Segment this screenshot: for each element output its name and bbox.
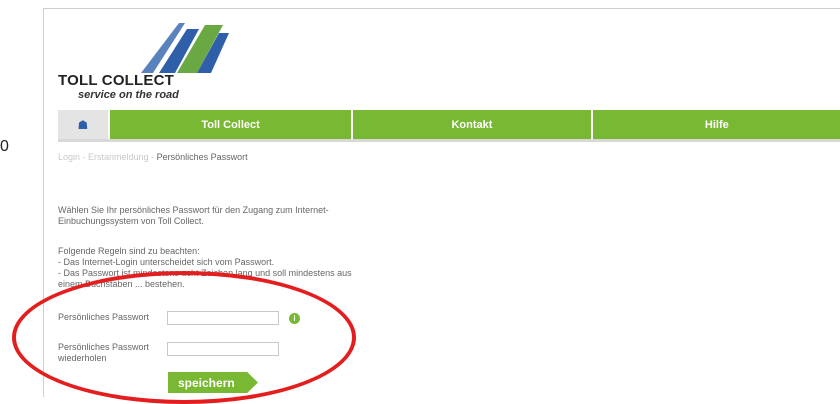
main-navigation: ☗ Toll Collect Kontakt Hilfe: [58, 110, 840, 142]
breadcrumb-current: Persönliches Passwort: [156, 152, 248, 162]
info-glyph: i: [293, 314, 296, 323]
rule-2-line-2: einem Buchstaben ... bestehen.: [58, 279, 185, 289]
repeat-label-line-1: Persönliches Passwort: [58, 342, 150, 352]
nav-home-button[interactable]: ☗: [58, 110, 108, 139]
intro-text: Wählen Sie Ihr persönliches Passwort für…: [58, 205, 388, 227]
cropped-edge-digit: 0: [0, 138, 9, 155]
repeat-label-line-2: wiederholen: [58, 353, 107, 363]
intro-line-2: Einbuchungssystem von Toll Collect.: [58, 216, 204, 226]
save-button[interactable]: speichern: [168, 372, 258, 393]
nav-item-hilfe[interactable]: Hilfe: [590, 110, 840, 139]
web-page: TOLL COLLECT service on the road ☗ Toll …: [43, 8, 840, 397]
breadcrumb: Login - Erstanmeldung - Persönliches Pas…: [58, 152, 248, 162]
rule-2-line-1: - Das Passwort ist mindestens acht Zeich…: [58, 268, 352, 278]
intro-line-1: Wählen Sie Ihr persönliches Passwort für…: [58, 205, 329, 215]
rules-text: Folgende Regeln sind zu beachten: - Das …: [58, 246, 408, 290]
home-icon: ☗: [77, 117, 89, 132]
rule-1: - Das Internet-Login unterscheidet sich …: [58, 257, 275, 267]
logo-graphic: [141, 23, 229, 73]
brand-name: TOLL COLLECT: [58, 72, 175, 89]
password-input[interactable]: [167, 311, 279, 325]
password-label: Persönliches Passwort: [58, 312, 150, 322]
rules-heading: Folgende Regeln sind zu beachten:: [58, 246, 200, 256]
repeat-password-input[interactable]: [167, 342, 279, 356]
toll-collect-logo[interactable]: TOLL COLLECT service on the road: [54, 15, 229, 105]
repeat-password-label: Persönliches Passwort wiederholen: [58, 342, 168, 364]
breadcrumb-trail[interactable]: Login - Erstanmeldung -: [58, 152, 157, 162]
nav-item-kontakt[interactable]: Kontakt: [351, 110, 591, 139]
info-icon[interactable]: i: [289, 313, 300, 324]
nav-item-toll-collect[interactable]: Toll Collect: [107, 110, 352, 139]
brand-slogan: service on the road: [78, 89, 179, 101]
